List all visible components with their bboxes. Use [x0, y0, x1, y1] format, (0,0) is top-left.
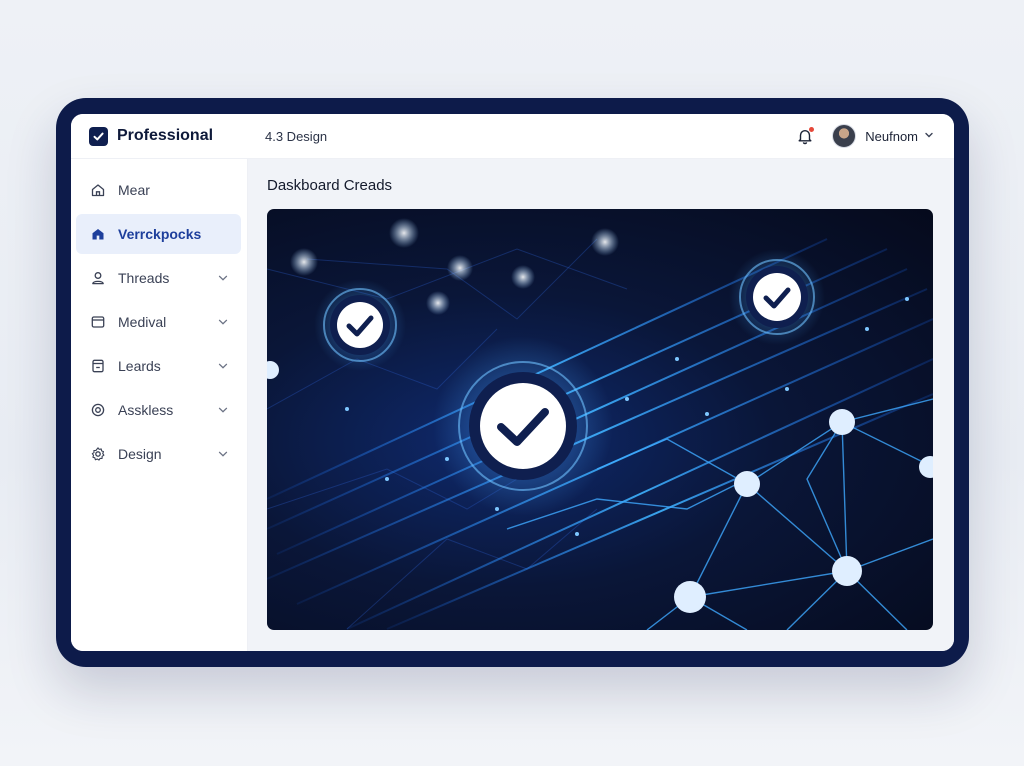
- sidebar-item-design[interactable]: Design: [76, 434, 241, 474]
- chevron-down-icon[interactable]: [924, 127, 934, 145]
- home-icon: [90, 182, 106, 198]
- sidebar-item-label: Threads: [118, 270, 170, 286]
- sidebar-item-label: Mear: [118, 182, 150, 198]
- version-label: 4.3 Design: [265, 128, 328, 144]
- sidebar-item-threads[interactable]: Threads: [76, 258, 241, 298]
- sidebar-item-label: Design: [118, 446, 162, 462]
- sidebar-item-label: Verrckpocks: [118, 226, 202, 242]
- bell-icon[interactable]: [796, 127, 815, 145]
- sidebar-item-asskless[interactable]: Asskless: [76, 390, 241, 430]
- checkmark-logo-icon: [89, 126, 108, 146]
- avatar[interactable]: [832, 124, 857, 148]
- page-title: Daskboard Creads: [267, 177, 393, 194]
- sidebar-item-mear[interactable]: Mear: [76, 170, 241, 210]
- main-content: Daskboard Creads: [248, 159, 954, 651]
- chevron-down-icon[interactable]: [217, 447, 229, 459]
- sidebar-item-label: Medival: [118, 314, 167, 330]
- sidebar-item-medival[interactable]: Medival: [76, 302, 241, 342]
- sidebar-item-label: Asskless: [118, 402, 174, 418]
- check-badge-icon: [469, 372, 577, 480]
- chevron-down-icon[interactable]: [217, 271, 229, 283]
- user-name[interactable]: Neufnom: [865, 129, 918, 144]
- top-right-controls: Neufnom: [796, 124, 954, 148]
- hero-image: [267, 209, 933, 630]
- sidebar-item-verrckpocks[interactable]: Verrckpocks: [76, 214, 241, 254]
- top-bar: Professional 4.3 Design Neufnom: [71, 114, 954, 159]
- document-icon: [90, 358, 106, 374]
- chevron-down-icon[interactable]: [217, 359, 229, 371]
- brand-name: Professional: [117, 127, 214, 144]
- target-icon: [90, 402, 106, 418]
- chevron-down-icon[interactable]: [217, 315, 229, 327]
- window-icon: [90, 314, 106, 330]
- app-window: Professional 4.3 Design Neufnom Mear Ver…: [71, 114, 954, 651]
- sidebar: Mear Verrckpocks Threads Medival Leards …: [71, 159, 248, 651]
- user-icon: [90, 270, 106, 286]
- home-filled-icon: [90, 226, 106, 242]
- gear-icon: [90, 446, 106, 462]
- brand[interactable]: Professional: [71, 126, 247, 146]
- chevron-down-icon[interactable]: [217, 403, 229, 415]
- device-frame: Professional 4.3 Design Neufnom Mear Ver…: [56, 98, 969, 667]
- sidebar-item-label: Leards: [118, 358, 161, 374]
- network-illustration: [267, 218, 933, 630]
- sidebar-item-leards[interactable]: Leards: [76, 346, 241, 386]
